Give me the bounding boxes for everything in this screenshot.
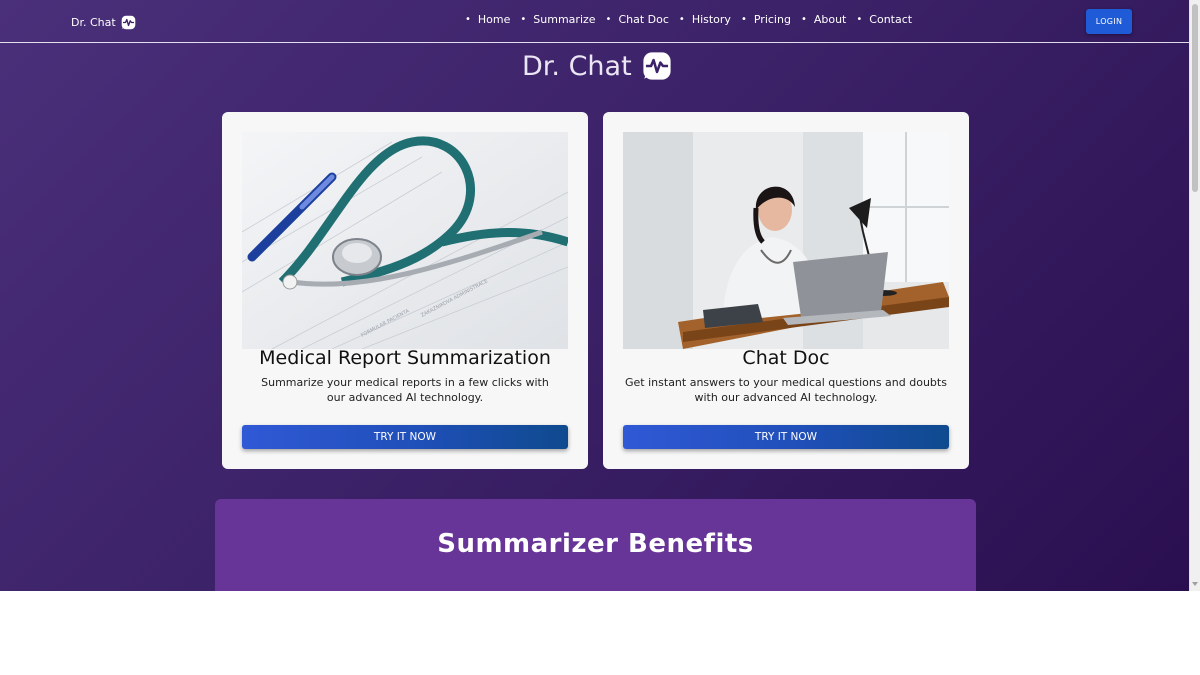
nav-item-about[interactable]: • About	[800, 13, 846, 26]
benefits-section: Summarizer Benefits	[215, 499, 976, 591]
scroll-down-arrow-icon[interactable]	[1192, 582, 1198, 586]
nav-item-home[interactable]: • Home	[464, 13, 510, 26]
card-title: Chat Doc	[742, 347, 830, 369]
page-viewport: Dr. Chat • Home • Summarize • Chat Doc • His…	[0, 0, 1189, 591]
nav-link-label[interactable]: Contact	[869, 13, 912, 26]
brand-name: Dr. Chat	[71, 15, 116, 29]
vertical-scrollbar[interactable]	[1189, 0, 1200, 591]
hero-title-text: Dr. Chat	[522, 50, 632, 82]
nav-link-label[interactable]: Chat Doc	[618, 13, 668, 26]
nav-item-history[interactable]: • History	[678, 13, 731, 26]
doctor-laptop-image	[623, 132, 949, 349]
nav-item-summarize[interactable]: • Summarize	[519, 13, 595, 26]
nav-link-label[interactable]: History	[692, 13, 731, 26]
nav-link-label[interactable]: Home	[478, 13, 510, 26]
nav-link-label[interactable]: Summarize	[533, 13, 595, 26]
stethoscope-report-image: ZAKAZNIKOVA ADMINISTRACE FORMULAR PACIEN…	[242, 132, 568, 349]
summarization-card: ZAKAZNIKOVA ADMINISTRACE FORMULAR PACIEN…	[222, 112, 588, 469]
nav-item-contact[interactable]: • Contact	[855, 13, 912, 26]
heartbeat-chat-icon	[643, 52, 671, 80]
card-description: Get instant answers to your medical ques…	[625, 376, 947, 404]
nav-item-pricing[interactable]: • Pricing	[740, 13, 791, 26]
card-description: Summarize your medical reports in a few …	[261, 376, 549, 404]
benefits-title: Summarizer Benefits	[437, 529, 754, 559]
heartbeat-chat-icon	[121, 15, 135, 29]
nav-link-label[interactable]: Pricing	[754, 13, 791, 26]
nav-item-chat-doc[interactable]: • Chat Doc	[605, 13, 669, 26]
nav-link-label[interactable]: About	[814, 13, 847, 26]
login-button[interactable]: LOGIN	[1086, 9, 1132, 34]
hero-title: Dr. Chat	[522, 48, 674, 84]
scrollbar-thumb[interactable]	[1192, 4, 1198, 192]
card-title: Medical Report Summarization	[259, 347, 551, 369]
nav-menu: • Home • Summarize • Chat Doc • History • Pri…	[464, 13, 921, 26]
brand-link[interactable]: Dr. Chat	[71, 12, 137, 32]
try-chat-doc-button[interactable]: TRY IT NOW	[623, 425, 949, 449]
chat-doc-card: Chat Doc Get instant answers to your med…	[603, 112, 969, 469]
navbar: Dr. Chat • Home • Summarize • Chat Doc • His…	[0, 0, 1189, 43]
try-summarize-button[interactable]: TRY IT NOW	[242, 425, 568, 449]
